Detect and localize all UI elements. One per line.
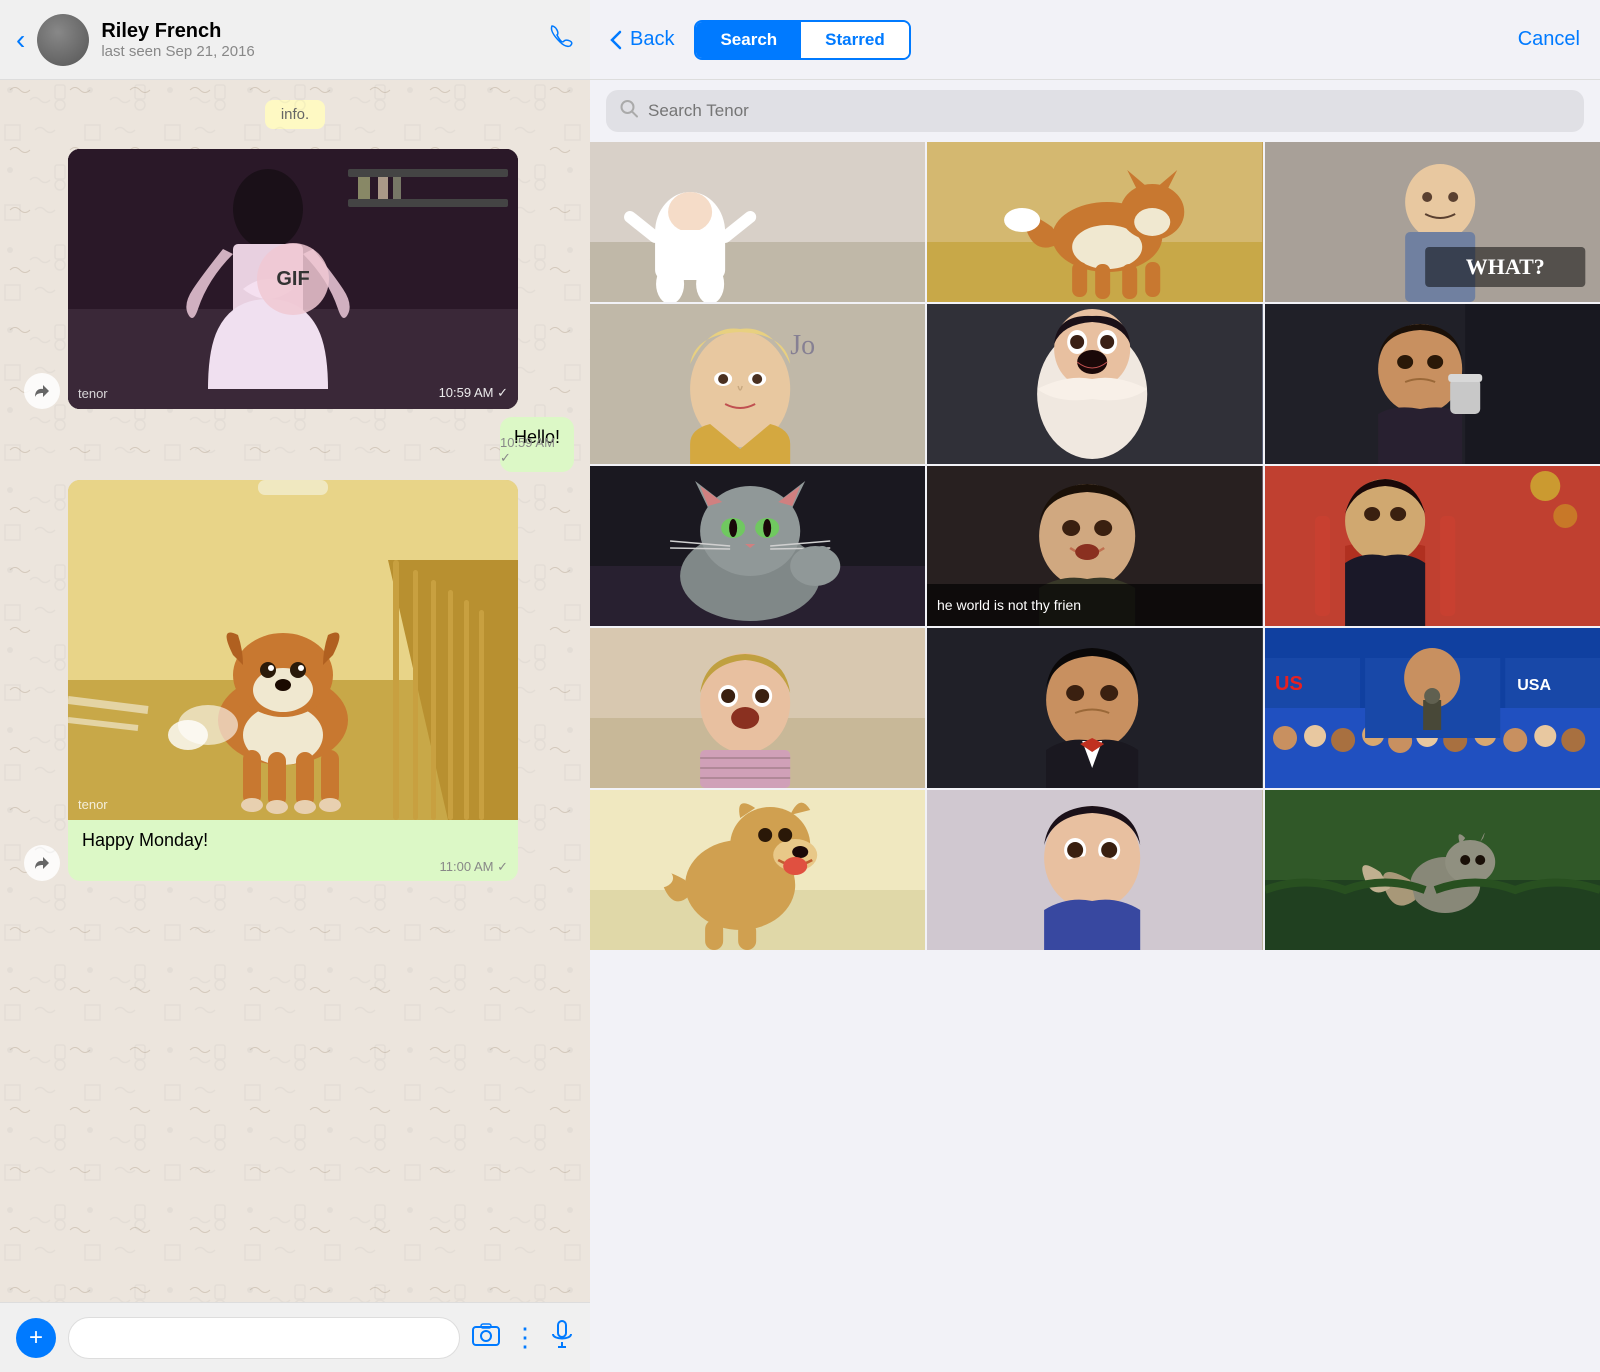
info-tag: info. [265,100,325,129]
back-label: Back [630,28,674,51]
gif-item[interactable] [927,304,1262,464]
svg-text:US: US [1275,673,1303,695]
chat-messages: info. [0,80,590,1302]
gif-timestamp: 10:59 AM ✓ [439,385,508,401]
search-container [606,90,1584,132]
corgi-message-row: tenor Happy Monday! 11:00 AM ✓ [16,480,574,881]
gif-search-input[interactable] [606,90,1584,132]
starred-tab[interactable]: Starred [801,22,909,58]
chat-panel: ‹ Riley French last seen Sep 21, 2016 [0,0,590,1372]
cancel-button[interactable]: Cancel [1518,28,1580,51]
search-bar-wrap [590,80,1600,142]
tab-group: Search Starred [694,20,910,60]
forward-button-gif[interactable] [24,373,60,409]
hello-row: Hello! 10:59 AM ✓ [16,417,574,472]
message-input[interactable] [68,1317,460,1359]
back-button-chat[interactable]: ‹ [16,24,25,56]
chat-input-area: + ⋮ [0,1302,590,1372]
tenor-label: tenor [78,386,108,401]
search-icon [620,100,638,123]
svg-text:he world is not thy frien: he world is not thy frien [937,597,1081,613]
corgi-bubble[interactable]: tenor Happy Monday! 11:00 AM ✓ [68,480,518,881]
hello-timestamp: 10:59 AM ✓ [500,435,564,466]
gif-row-1: WHAT? [590,142,1600,302]
gif-item[interactable] [590,628,925,788]
avatar [37,14,89,66]
gif-item[interactable] [1265,790,1600,950]
chat-header: ‹ Riley French last seen Sep 21, 2016 [0,0,590,80]
gif-item[interactable]: WHAT? [1265,142,1600,302]
more-options-icon[interactable]: ⋮ [512,1322,538,1353]
gif-row-4: US USA [590,628,1600,788]
gif-item[interactable] [1265,304,1600,464]
add-button[interactable]: + [16,1318,56,1358]
gif-item[interactable]: US USA [1265,628,1600,788]
gif-item[interactable] [927,628,1262,788]
back-link[interactable]: Back [610,28,674,51]
contact-info: Riley French last seen Sep 21, 2016 [101,20,534,60]
svg-text:WHAT?: WHAT? [1465,254,1544,279]
caption-text: Happy Monday! [82,830,208,850]
gif-item[interactable] [590,790,925,950]
info-tag-wrap: info. [16,92,574,137]
gif-item[interactable] [590,142,925,302]
corgi-caption: Happy Monday! 11:00 AM ✓ [68,820,518,881]
gif-row-5 [590,790,1600,950]
tenor-label-corgi: tenor [78,797,108,812]
gif-row-3: he world is not thy frien [590,466,1600,626]
gif-item[interactable] [927,790,1262,950]
mic-icon[interactable] [550,1320,574,1355]
gif-message-row: GIF tenor 10:59 AM ✓ [16,149,574,409]
gif-badge: GIF [257,243,329,315]
svg-text:USA: USA [1517,677,1551,694]
search-tab[interactable]: Search [696,22,801,58]
contact-name: Riley French [101,20,534,43]
forward-button-corgi[interactable] [24,845,60,881]
gif-picker-panel: Back Search Starred Cancel [590,0,1600,1372]
gif-bubble[interactable]: GIF tenor 10:59 AM ✓ [68,149,518,409]
gif-row-2: Jo [590,304,1600,464]
svg-text:Jo: Jo [790,330,815,361]
gif-picker-header: Back Search Starred Cancel [590,0,1600,80]
gif-item[interactable] [590,466,925,626]
gif-grid: WHAT? Jo [590,142,1600,1372]
caption-timestamp: 11:00 AM ✓ [440,859,508,875]
gif-item[interactable] [1265,466,1600,626]
camera-icon[interactable] [472,1322,500,1353]
gif-item[interactable]: Jo [590,304,925,464]
contact-status: last seen Sep 21, 2016 [101,43,534,60]
gif-item[interactable]: he world is not thy frien [927,466,1262,626]
gif-item[interactable] [927,142,1262,302]
hello-bubble: Hello! 10:59 AM ✓ [500,417,574,472]
phone-icon[interactable] [546,22,574,57]
